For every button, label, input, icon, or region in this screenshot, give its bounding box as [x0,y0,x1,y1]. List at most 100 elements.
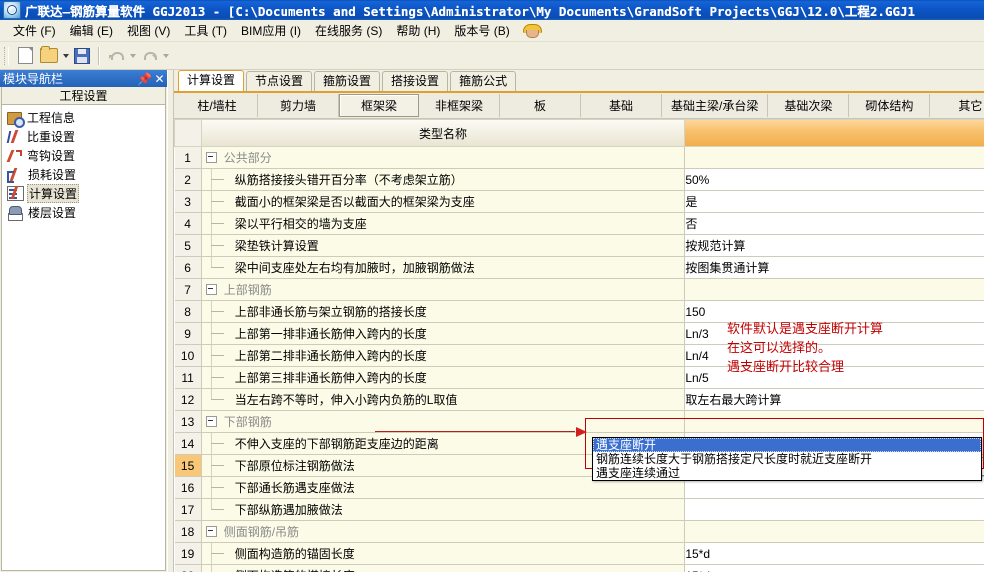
row-value-cell[interactable] [685,499,984,521]
row-value-cell[interactable]: Ln/3 [685,323,984,345]
table-row[interactable]: 9 上部第一排非通长筋伸入跨内的长度 Ln/3 [175,323,984,345]
dropdown-option[interactable]: 遇支座断开 [593,438,981,452]
row-name-cell[interactable]: 梁以平行相交的墙为支座 [201,213,685,235]
row-name-cell[interactable]: 纵筋搭接接头错开百分率（不考虑架立筋） [201,169,685,191]
menu-item-version[interactable]: 版本号 (B) [447,20,516,41]
close-icon[interactable]: ✕ [152,72,167,86]
collapse-toggle-icon[interactable] [206,284,217,295]
tab-masonry[interactable]: 砌体结构 [849,94,930,117]
grid-header-type-name[interactable]: 类型名称 [201,120,685,147]
table-row[interactable]: 18 侧面钢筋/吊筋 [175,521,984,543]
pin-icon[interactable]: 📌 [137,72,152,86]
tab-other[interactable]: 其它 [930,94,984,117]
row-value-cell[interactable]: 否 [685,213,984,235]
row-value-cell[interactable]: 15*d [685,543,984,565]
table-row[interactable]: 13 下部钢筋 [175,411,984,433]
dropdown-option[interactable]: 遇支座连续通过 [593,466,981,480]
table-row[interactable]: 17 下部纵筋遇加腋做法 [175,499,984,521]
toolbar-grip[interactable] [4,47,9,65]
sidebar-item-project-info[interactable]: 工程信息 [2,108,165,127]
table-row[interactable]: 8 上部非通长筋与架立钢筋的搭接长度 150 [175,301,984,323]
sidebar-item-calc-settings[interactable]: 计算设置 [2,184,165,203]
new-file-button[interactable] [14,45,36,66]
row-value-cell[interactable]: 15*d [685,565,984,572]
tab-foundation-main-beam[interactable]: 基础主梁/承台梁 [662,94,768,117]
table-row[interactable]: 7 上部钢筋 [175,279,984,301]
row-name-cell[interactable]: 梁垫铁计算设置 [201,235,685,257]
row-name-cell[interactable]: 梁中间支座处左右均有加腋时，加腋钢筋做法 [201,257,685,279]
hard-hat-icon[interactable] [523,23,540,38]
table-row[interactable]: 3 截面小的框架梁是否以截面大的框架梁为支座 是 [175,191,984,213]
sidebar-item-floor-settings[interactable]: 楼层设置 [2,203,165,222]
row-name-cell[interactable]: 上部第二排非通长筋伸入跨内的长度 [201,345,685,367]
row-name-cell[interactable]: 当左右跨不等时，伸入小跨内负筋的L取值 [201,389,685,411]
row-value-cell[interactable]: 150 [685,301,984,323]
row-value-cell[interactable] [685,411,984,433]
sidebar-item-hook-settings[interactable]: 弯钩设置 [2,146,165,165]
row-value-cell[interactable] [685,147,984,169]
row-name-cell[interactable]: 侧面构造筋的锚固长度 [201,543,685,565]
undo-button[interactable] [105,45,127,66]
row-value-cell[interactable]: Ln/4 [685,345,984,367]
row-name-cell[interactable]: 截面小的框架梁是否以截面大的框架梁为支座 [201,191,685,213]
row-value-cell[interactable]: 是 [685,191,984,213]
undo-chevron-down-icon[interactable] [130,54,136,58]
row-name-cell[interactable]: 上部非通长筋与架立钢筋的搭接长度 [201,301,685,323]
table-row[interactable]: 6 梁中间支座处左右均有加腋时，加腋钢筋做法 按图集贯通计算 [175,257,984,279]
menu-item-view[interactable]: 视图 (V) [120,20,177,41]
table-row[interactable]: 10 上部第二排非通长筋伸入跨内的长度 Ln/4 [175,345,984,367]
row-value-cell[interactable]: Ln/5 [685,367,984,389]
tab-foundation-sec-beam[interactable]: 基础次梁 [768,94,849,117]
menu-item-edit[interactable]: 编辑 (E) [63,20,120,41]
menu-item-online[interactable]: 在线服务 (S) [308,20,389,41]
row-name-cell[interactable]: 公共部分 [201,147,685,169]
open-file-chevron-down-icon[interactable] [63,54,69,58]
sidebar-item-weight-settings[interactable]: 比重设置 [2,127,165,146]
collapse-toggle-icon[interactable] [206,416,217,427]
table-row[interactable]: 4 梁以平行相交的墙为支座 否 [175,213,984,235]
tab-calc-settings[interactable]: 计算设置 [178,70,244,91]
table-row[interactable]: 19 侧面构造筋的锚固长度 15*d [175,543,984,565]
tab-stirrup-settings[interactable]: 箍筋设置 [314,71,380,91]
menu-item-file[interactable]: 文件 (F) [6,20,63,41]
row-name-cell[interactable]: 侧面钢筋/吊筋 [201,521,685,543]
table-row[interactable]: 5 梁垫铁计算设置 按规范计算 [175,235,984,257]
table-row[interactable]: 12 当左右跨不等时，伸入小跨内负筋的L取值 取左右最大跨计算 [175,389,984,411]
menu-item-bim[interactable]: BIM应用 (I) [234,20,308,41]
row-name-cell[interactable]: 下部纵筋遇加腋做法 [201,499,685,521]
row-name-cell[interactable]: 下部钢筋 [201,411,685,433]
row-value-cell[interactable]: 按规范计算 [685,235,984,257]
grid-header-value[interactable] [685,120,984,147]
tab-shear-wall[interactable]: 剪力墙 [258,94,339,117]
row-name-cell[interactable]: 上部钢筋 [201,279,685,301]
row-value-cell[interactable]: 50% [685,169,984,191]
row-value-cell[interactable] [685,279,984,301]
row-value-cell[interactable] [685,521,984,543]
redo-chevron-down-icon[interactable] [163,54,169,58]
table-row[interactable]: 1 公共部分 [175,147,984,169]
tab-node-settings[interactable]: 节点设置 [246,71,312,91]
sidebar-item-loss-settings[interactable]: 损耗设置 [2,165,165,184]
tab-slab[interactable]: 板 [500,94,581,117]
tab-lap-settings[interactable]: 搭接设置 [382,71,448,91]
row-name-cell[interactable]: 侧面构造筋的搭接长度 [201,565,685,572]
redo-button[interactable] [138,45,160,66]
table-row[interactable]: 11 上部第三排非通长筋伸入跨内的长度 Ln/5 [175,367,984,389]
open-file-button[interactable] [38,45,60,66]
tab-column-wall[interactable]: 柱/墙柱 [177,94,258,117]
save-file-button[interactable] [71,45,93,66]
table-row[interactable]: 2 纵筋搭接接头错开百分率（不考虑架立筋） 50% [175,169,984,191]
menu-item-help[interactable]: 帮助 (H) [389,20,447,41]
tab-nonframe-beam[interactable]: 非框架梁 [419,94,500,117]
menu-item-tools[interactable]: 工具 (T) [177,20,234,41]
tab-foundation[interactable]: 基础 [581,94,662,117]
collapse-toggle-icon[interactable] [206,152,217,163]
tab-frame-beam[interactable]: 框架梁 [339,94,419,117]
row-value-cell[interactable]: 取左右最大跨计算 [685,389,984,411]
dropdown-option[interactable]: 钢筋连续长度大于钢筋搭接定尺长度时就近支座断开 [593,452,981,466]
collapse-toggle-icon[interactable] [206,526,217,537]
value-dropdown-list[interactable]: 遇支座断开 钢筋连续长度大于钢筋搭接定尺长度时就近支座断开 遇支座连续通过 [592,437,982,481]
panel-splitter[interactable] [167,70,174,572]
row-value-cell[interactable]: 按图集贯通计算 [685,257,984,279]
table-row[interactable]: 20 侧面构造筋的搭接长度 15*d [175,565,984,572]
